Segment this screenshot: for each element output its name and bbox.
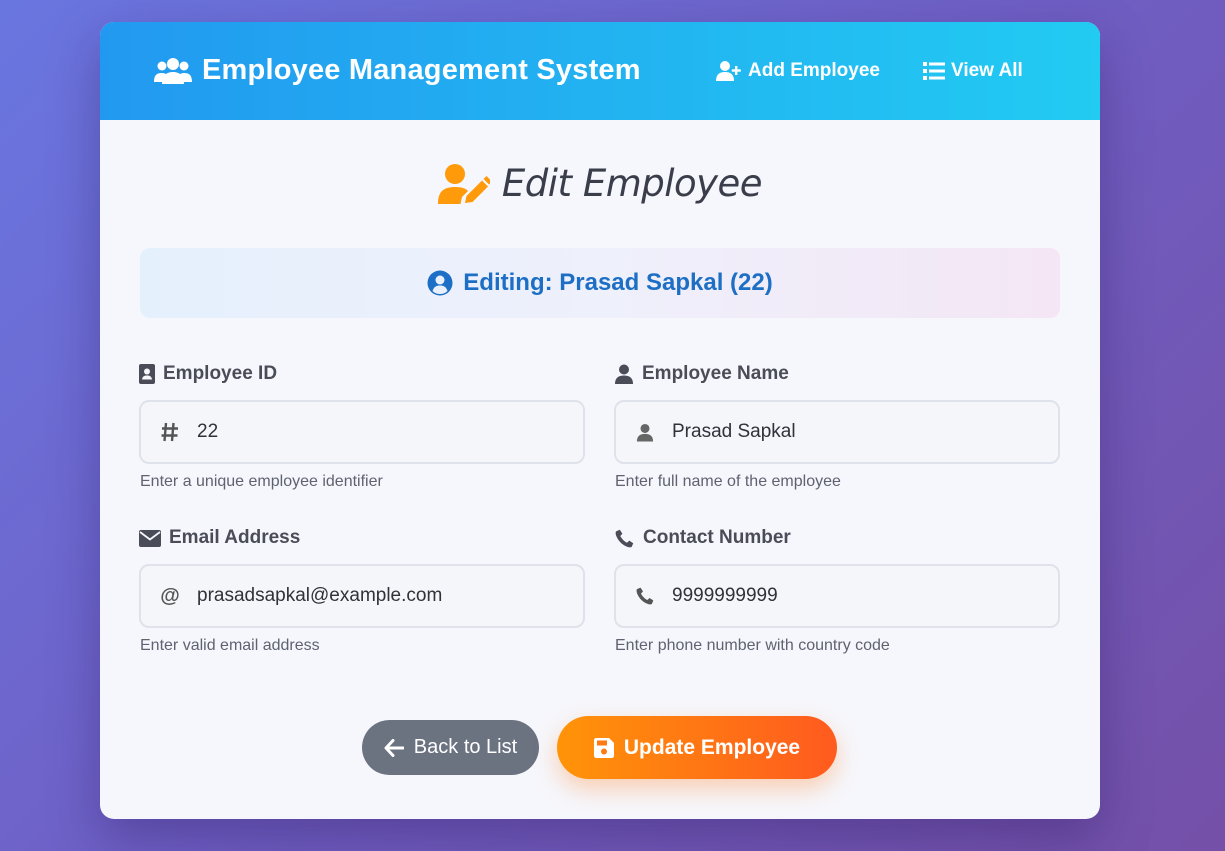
email-label-text: Email Address	[169, 527, 301, 548]
email-group: Email Address @ Enter valid email addres…	[139, 526, 585, 655]
contact-input[interactable]	[672, 585, 1032, 607]
employee-name-input[interactable]	[672, 421, 1032, 443]
nav-view-label: View All	[951, 60, 1023, 81]
hash-icon	[159, 422, 181, 442]
editing-banner: Editing: Prasad Sapkal (22)	[140, 248, 1060, 318]
user-icon	[615, 364, 633, 384]
nav-add-employee[interactable]: Add Employee	[716, 60, 880, 82]
users-icon	[154, 57, 192, 84]
email-hint: Enter valid email address	[140, 637, 320, 654]
employee-id-group: Employee ID Enter a unique employee iden…	[139, 362, 585, 491]
contact-input-wrapper	[614, 564, 1060, 628]
phone-icon	[634, 586, 656, 606]
at-icon: @	[160, 584, 180, 607]
employee-id-hint: Enter a unique employee identifier	[140, 473, 383, 490]
email-input-wrapper: @	[139, 564, 585, 628]
contact-label: Contact Number	[614, 526, 1060, 550]
employee-id-label-text: Employee ID	[163, 363, 278, 384]
envelope-icon	[139, 529, 161, 547]
nav-add-label: Add Employee	[748, 60, 880, 81]
employee-id-input-wrapper	[139, 400, 585, 464]
contact-hint: Enter phone number with country code	[615, 637, 890, 654]
back-to-list-button[interactable]: Back to List	[362, 720, 539, 775]
navbar: Employee Management System Add Employee …	[100, 22, 1100, 120]
main-card: Employee Management System Add Employee …	[100, 22, 1100, 819]
employee-name-label: Employee Name	[614, 362, 1060, 386]
contact-label-text: Contact Number	[643, 527, 791, 548]
list-icon	[923, 62, 945, 80]
id-badge-icon	[139, 364, 155, 384]
banner-text: Editing: Prasad Sapkal (22)	[463, 269, 773, 296]
update-employee-button[interactable]: Update Employee	[557, 716, 837, 779]
brand-title: Employee Management System	[202, 54, 641, 86]
user-plus-icon	[716, 61, 741, 81]
arrow-left-icon	[384, 738, 404, 757]
user-edit-icon	[437, 163, 490, 204]
back-button-label: Back to List	[413, 736, 518, 758]
employee-name-label-text: Employee Name	[642, 363, 789, 384]
email-input[interactable]	[197, 585, 557, 607]
employee-id-input[interactable]	[197, 421, 557, 443]
employee-id-label: Employee ID	[139, 362, 585, 386]
user-icon	[634, 423, 656, 442]
page-title-text: Edit Employee	[501, 162, 763, 205]
save-icon	[593, 737, 614, 758]
employee-name-hint: Enter full name of the employee	[615, 473, 841, 490]
user-circle-icon	[427, 270, 453, 296]
email-label: Email Address	[139, 526, 585, 550]
contact-group: Contact Number Enter phone number with c…	[614, 526, 1060, 655]
page-title: Edit Employee	[100, 162, 1100, 205]
employee-name-input-wrapper	[614, 400, 1060, 464]
nav-view-all[interactable]: View All	[923, 60, 1023, 82]
update-button-label: Update Employee	[623, 735, 801, 759]
brand[interactable]: Employee Management System	[154, 54, 641, 87]
employee-name-group: Employee Name Enter full name of the emp…	[614, 362, 1060, 491]
phone-icon	[615, 529, 634, 547]
